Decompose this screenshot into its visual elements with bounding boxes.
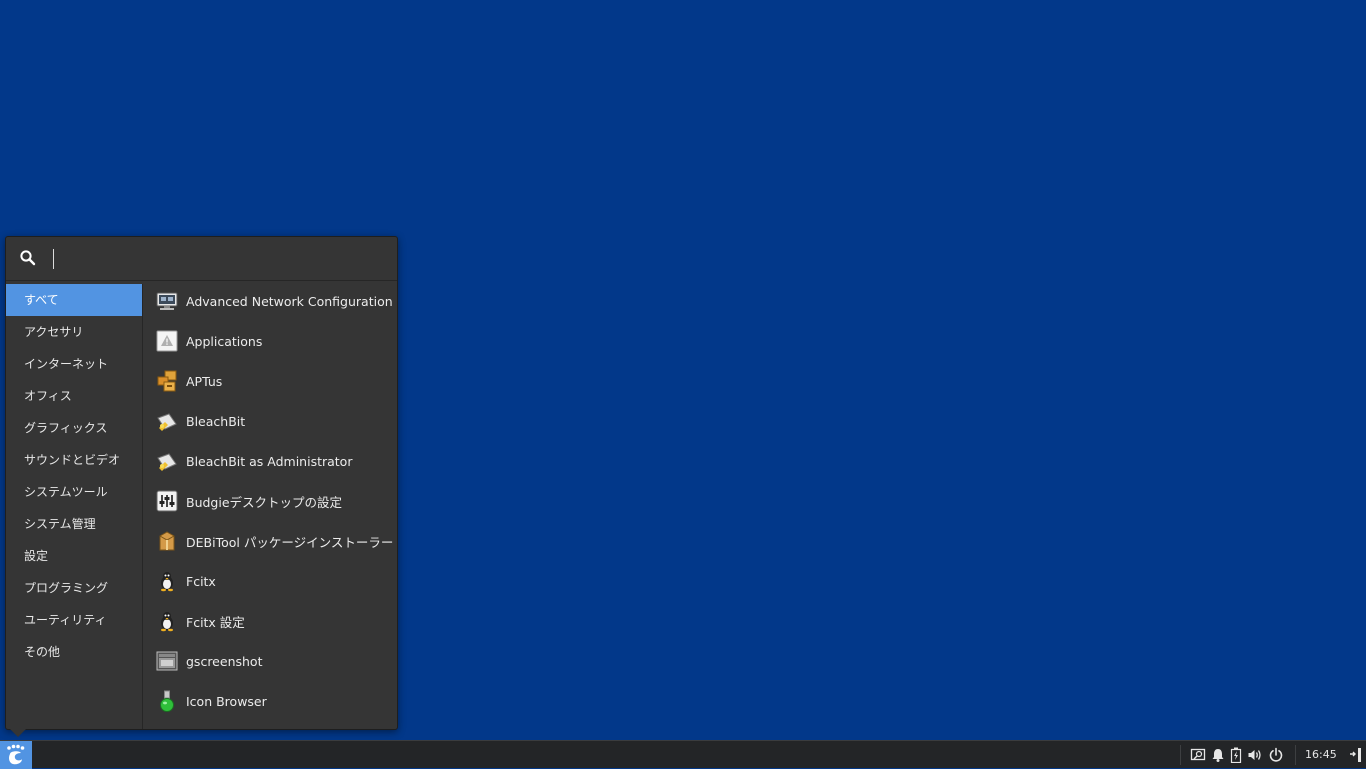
tray-separator (1180, 745, 1181, 765)
app-item-applications[interactable]: Applications (144, 321, 397, 361)
app-menu-button[interactable] (0, 741, 32, 769)
power-icon[interactable] (1268, 747, 1284, 763)
category-office[interactable]: オフィス (6, 380, 142, 412)
category-sound-video[interactable]: サウンドとビデオ (6, 444, 142, 476)
category-all[interactable]: すべて (6, 284, 142, 316)
notification-bell-icon[interactable] (1210, 747, 1226, 763)
app-item-advanced-network-configuration[interactable]: Advanced Network Configuration (144, 281, 397, 321)
app-item-bleachbit[interactable]: BleachBit (144, 401, 397, 441)
gscreenshot-icon (156, 651, 178, 671)
category-other[interactable]: その他 (6, 636, 142, 668)
app-label: DEBiTool パッケージインストーラー (186, 534, 394, 550)
app-label: BleachBit (186, 413, 246, 429)
bleachbit-icon (157, 413, 177, 431)
category-list: すべて アクセサリ インターネット オフィス グラフィックス サウンドとビデオ … (6, 284, 143, 729)
app-item-icon-browser[interactable]: Icon Browser (144, 681, 397, 721)
category-settings[interactable]: 設定 (6, 540, 142, 572)
app-label: gscreenshot (186, 653, 263, 669)
category-accessories[interactable]: アクセサリ (6, 316, 142, 348)
debitool-package-icon (159, 531, 175, 551)
fcitx-penguin-icon (161, 612, 173, 632)
app-item-budgie-settings[interactable]: Budgieデスクトップの設定 (144, 481, 397, 521)
app-label: Fcitx 設定 (186, 614, 245, 630)
app-label: Applications (186, 333, 263, 349)
category-utilities[interactable]: ユーティリティ (6, 604, 142, 636)
search-input[interactable] (50, 247, 380, 271)
app-label: APTus (186, 373, 223, 389)
battery-icon[interactable] (1228, 747, 1244, 763)
app-label: Fcitx (186, 573, 216, 589)
budgie-menu-icon (7, 744, 25, 765)
text-caret (53, 249, 54, 269)
app-item-bleachbit-as-administrator[interactable]: BleachBit as Administrator (144, 441, 397, 481)
category-administration[interactable]: システム管理 (6, 508, 142, 540)
system-tray: 16:45 (1180, 741, 1366, 769)
category-graphics[interactable]: グラフィックス (6, 412, 142, 444)
app-item-fcitx-settings[interactable]: Fcitx 設定 (144, 601, 397, 641)
aptus-icon (157, 370, 177, 392)
network-config-icon (156, 292, 178, 310)
category-system-tools[interactable]: システムツール (6, 476, 142, 508)
applications-icon (156, 330, 178, 352)
app-item-fcitx[interactable]: Fcitx (144, 561, 397, 601)
app-item-gscreenshot[interactable]: gscreenshot (144, 641, 397, 681)
app-label: Budgieデスクトップの設定 (186, 494, 343, 510)
icon-browser-flask-icon (160, 690, 174, 712)
bottom-panel: 16:45 (0, 740, 1366, 769)
fcitx-penguin-icon (161, 572, 173, 592)
app-label: Icon Browser (186, 693, 267, 709)
show-desktop-icon[interactable] (1348, 747, 1364, 763)
application-menu: すべて アクセサリ インターネット オフィス グラフィックス サウンドとビデオ … (5, 236, 398, 730)
category-internet[interactable]: インターネット (6, 348, 142, 380)
search-bar (6, 237, 397, 281)
app-label: BleachBit as Administrator (186, 453, 353, 469)
app-label: Advanced Network Configuration (186, 293, 393, 309)
app-item-debitool-package-installer[interactable]: DEBiTool パッケージインストーラー (144, 521, 397, 561)
screenshot-icon[interactable] (1190, 747, 1206, 763)
search-icon (20, 250, 36, 266)
bleachbit-icon (157, 453, 177, 471)
budgie-settings-icon (156, 490, 178, 512)
panel-clock[interactable]: 16:45 (1305, 741, 1337, 769)
app-item-aptus[interactable]: APTus (144, 361, 397, 401)
category-programming[interactable]: プログラミング (6, 572, 142, 604)
tray-separator (1295, 745, 1296, 765)
menu-pointer-arrow (10, 729, 26, 737)
application-list: Advanced Network Configuration Applicati… (144, 281, 397, 729)
volume-icon[interactable] (1247, 747, 1263, 763)
